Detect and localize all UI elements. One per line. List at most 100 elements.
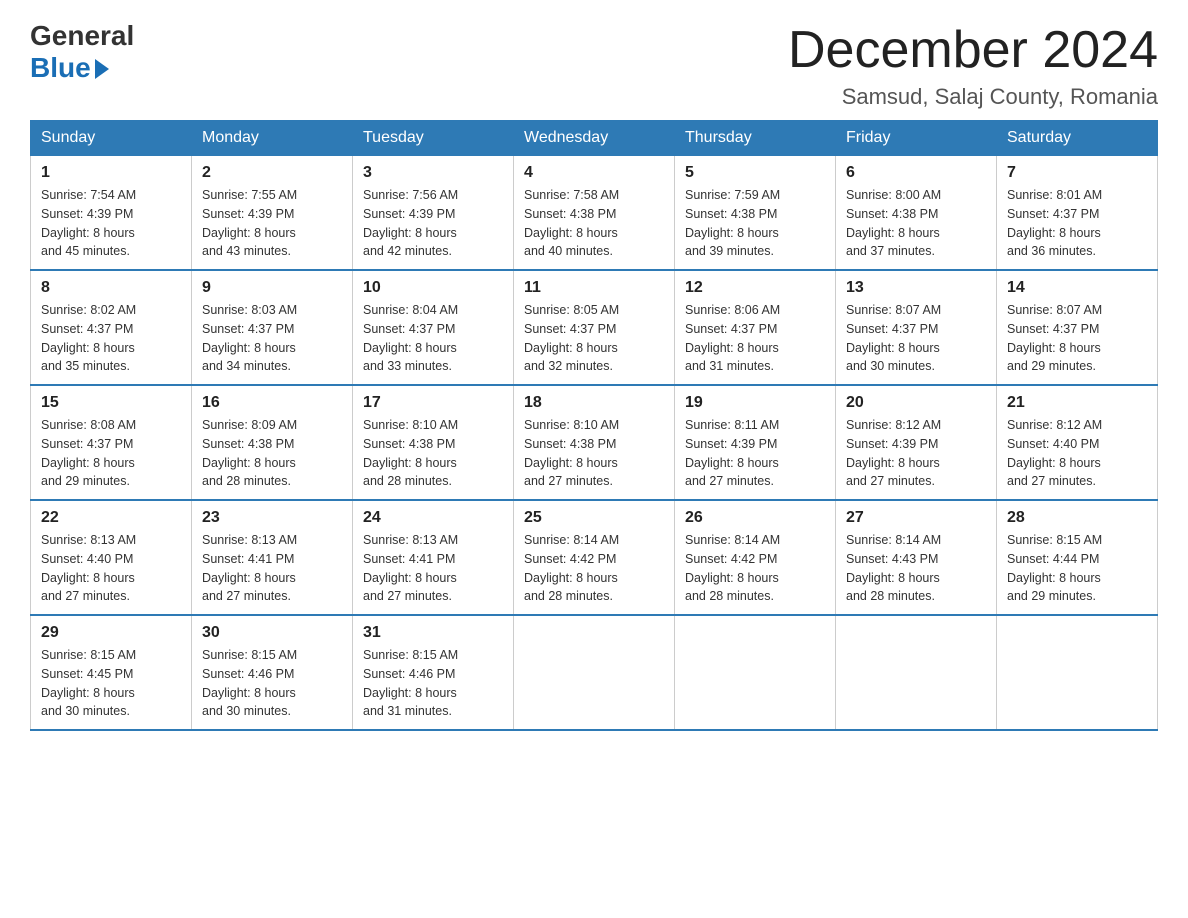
calendar-cell: 24 Sunrise: 8:13 AM Sunset: 4:41 PM Dayl… [353, 500, 514, 615]
day-number: 1 [41, 164, 181, 182]
day-info: Sunrise: 8:14 AM Sunset: 4:43 PM Dayligh… [846, 531, 986, 606]
calendar-cell: 16 Sunrise: 8:09 AM Sunset: 4:38 PM Dayl… [192, 385, 353, 500]
day-info: Sunrise: 7:56 AM Sunset: 4:39 PM Dayligh… [363, 186, 503, 261]
day-info: Sunrise: 7:55 AM Sunset: 4:39 PM Dayligh… [202, 186, 342, 261]
calendar-cell: 6 Sunrise: 8:00 AM Sunset: 4:38 PM Dayli… [836, 156, 997, 271]
logo-general-text: General [30, 20, 134, 52]
calendar-cell: 13 Sunrise: 8:07 AM Sunset: 4:37 PM Dayl… [836, 270, 997, 385]
day-info: Sunrise: 8:15 AM Sunset: 4:45 PM Dayligh… [41, 646, 181, 721]
day-info: Sunrise: 8:10 AM Sunset: 4:38 PM Dayligh… [363, 416, 503, 491]
day-number: 5 [685, 164, 825, 182]
day-info: Sunrise: 8:00 AM Sunset: 4:38 PM Dayligh… [846, 186, 986, 261]
calendar-cell: 31 Sunrise: 8:15 AM Sunset: 4:46 PM Dayl… [353, 615, 514, 730]
calendar-table: SundayMondayTuesdayWednesdayThursdayFrid… [30, 120, 1158, 731]
header: General Blue December 2024 Samsud, Salaj… [30, 20, 1158, 110]
day-number: 23 [202, 509, 342, 527]
day-info: Sunrise: 8:15 AM Sunset: 4:46 PM Dayligh… [363, 646, 503, 721]
day-info: Sunrise: 8:12 AM Sunset: 4:40 PM Dayligh… [1007, 416, 1147, 491]
calendar-cell: 10 Sunrise: 8:04 AM Sunset: 4:37 PM Dayl… [353, 270, 514, 385]
calendar-cell: 22 Sunrise: 8:13 AM Sunset: 4:40 PM Dayl… [31, 500, 192, 615]
day-number: 29 [41, 624, 181, 642]
calendar-cell [836, 615, 997, 730]
day-info: Sunrise: 8:13 AM Sunset: 4:41 PM Dayligh… [363, 531, 503, 606]
calendar-cell: 5 Sunrise: 7:59 AM Sunset: 4:38 PM Dayli… [675, 156, 836, 271]
calendar-cell: 11 Sunrise: 8:05 AM Sunset: 4:37 PM Dayl… [514, 270, 675, 385]
calendar-cell: 28 Sunrise: 8:15 AM Sunset: 4:44 PM Dayl… [997, 500, 1158, 615]
day-number: 18 [524, 394, 664, 412]
header-saturday: Saturday [997, 121, 1158, 156]
day-info: Sunrise: 8:02 AM Sunset: 4:37 PM Dayligh… [41, 301, 181, 376]
header-sunday: Sunday [31, 121, 192, 156]
logo: General Blue [30, 20, 134, 84]
day-info: Sunrise: 8:06 AM Sunset: 4:37 PM Dayligh… [685, 301, 825, 376]
logo-arrow-icon [95, 59, 109, 79]
calendar-week-row: 22 Sunrise: 8:13 AM Sunset: 4:40 PM Dayl… [31, 500, 1158, 615]
calendar-cell: 29 Sunrise: 8:15 AM Sunset: 4:45 PM Dayl… [31, 615, 192, 730]
calendar-cell [514, 615, 675, 730]
day-number: 16 [202, 394, 342, 412]
day-number: 8 [41, 279, 181, 297]
month-title: December 2024 [788, 20, 1158, 80]
calendar-cell: 12 Sunrise: 8:06 AM Sunset: 4:37 PM Dayl… [675, 270, 836, 385]
calendar-cell: 26 Sunrise: 8:14 AM Sunset: 4:42 PM Dayl… [675, 500, 836, 615]
day-number: 31 [363, 624, 503, 642]
day-info: Sunrise: 8:14 AM Sunset: 4:42 PM Dayligh… [524, 531, 664, 606]
day-number: 9 [202, 279, 342, 297]
calendar-cell: 25 Sunrise: 8:14 AM Sunset: 4:42 PM Dayl… [514, 500, 675, 615]
calendar-cell: 4 Sunrise: 7:58 AM Sunset: 4:38 PM Dayli… [514, 156, 675, 271]
day-number: 3 [363, 164, 503, 182]
calendar-cell: 7 Sunrise: 8:01 AM Sunset: 4:37 PM Dayli… [997, 156, 1158, 271]
calendar-cell: 30 Sunrise: 8:15 AM Sunset: 4:46 PM Dayl… [192, 615, 353, 730]
day-number: 10 [363, 279, 503, 297]
day-number: 6 [846, 164, 986, 182]
day-info: Sunrise: 8:13 AM Sunset: 4:40 PM Dayligh… [41, 531, 181, 606]
day-info: Sunrise: 8:05 AM Sunset: 4:37 PM Dayligh… [524, 301, 664, 376]
day-info: Sunrise: 7:54 AM Sunset: 4:39 PM Dayligh… [41, 186, 181, 261]
calendar-cell: 23 Sunrise: 8:13 AM Sunset: 4:41 PM Dayl… [192, 500, 353, 615]
header-wednesday: Wednesday [514, 121, 675, 156]
day-info: Sunrise: 8:07 AM Sunset: 4:37 PM Dayligh… [1007, 301, 1147, 376]
day-number: 2 [202, 164, 342, 182]
day-number: 30 [202, 624, 342, 642]
day-number: 19 [685, 394, 825, 412]
calendar-cell: 18 Sunrise: 8:10 AM Sunset: 4:38 PM Dayl… [514, 385, 675, 500]
day-info: Sunrise: 8:08 AM Sunset: 4:37 PM Dayligh… [41, 416, 181, 491]
calendar-cell: 2 Sunrise: 7:55 AM Sunset: 4:39 PM Dayli… [192, 156, 353, 271]
day-number: 13 [846, 279, 986, 297]
day-number: 25 [524, 509, 664, 527]
day-info: Sunrise: 8:15 AM Sunset: 4:46 PM Dayligh… [202, 646, 342, 721]
day-number: 22 [41, 509, 181, 527]
day-number: 17 [363, 394, 503, 412]
calendar-header-row: SundayMondayTuesdayWednesdayThursdayFrid… [31, 121, 1158, 156]
day-info: Sunrise: 8:13 AM Sunset: 4:41 PM Dayligh… [202, 531, 342, 606]
location-text: Samsud, Salaj County, Romania [788, 84, 1158, 110]
day-info: Sunrise: 7:59 AM Sunset: 4:38 PM Dayligh… [685, 186, 825, 261]
calendar-cell: 17 Sunrise: 8:10 AM Sunset: 4:38 PM Dayl… [353, 385, 514, 500]
calendar-cell: 19 Sunrise: 8:11 AM Sunset: 4:39 PM Dayl… [675, 385, 836, 500]
day-number: 11 [524, 279, 664, 297]
calendar-cell: 9 Sunrise: 8:03 AM Sunset: 4:37 PM Dayli… [192, 270, 353, 385]
day-info: Sunrise: 8:12 AM Sunset: 4:39 PM Dayligh… [846, 416, 986, 491]
calendar-cell: 3 Sunrise: 7:56 AM Sunset: 4:39 PM Dayli… [353, 156, 514, 271]
calendar-cell [997, 615, 1158, 730]
calendar-cell [675, 615, 836, 730]
header-tuesday: Tuesday [353, 121, 514, 156]
day-number: 15 [41, 394, 181, 412]
calendar-week-row: 1 Sunrise: 7:54 AM Sunset: 4:39 PM Dayli… [31, 156, 1158, 271]
calendar-cell: 1 Sunrise: 7:54 AM Sunset: 4:39 PM Dayli… [31, 156, 192, 271]
day-info: Sunrise: 8:01 AM Sunset: 4:37 PM Dayligh… [1007, 186, 1147, 261]
day-number: 26 [685, 509, 825, 527]
calendar-week-row: 15 Sunrise: 8:08 AM Sunset: 4:37 PM Dayl… [31, 385, 1158, 500]
day-info: Sunrise: 8:04 AM Sunset: 4:37 PM Dayligh… [363, 301, 503, 376]
calendar-cell: 15 Sunrise: 8:08 AM Sunset: 4:37 PM Dayl… [31, 385, 192, 500]
header-thursday: Thursday [675, 121, 836, 156]
day-number: 24 [363, 509, 503, 527]
day-number: 7 [1007, 164, 1147, 182]
day-number: 27 [846, 509, 986, 527]
calendar-cell: 14 Sunrise: 8:07 AM Sunset: 4:37 PM Dayl… [997, 270, 1158, 385]
calendar-cell: 8 Sunrise: 8:02 AM Sunset: 4:37 PM Dayli… [31, 270, 192, 385]
day-number: 20 [846, 394, 986, 412]
day-info: Sunrise: 8:03 AM Sunset: 4:37 PM Dayligh… [202, 301, 342, 376]
logo-blue-text: Blue [30, 52, 109, 84]
day-number: 14 [1007, 279, 1147, 297]
